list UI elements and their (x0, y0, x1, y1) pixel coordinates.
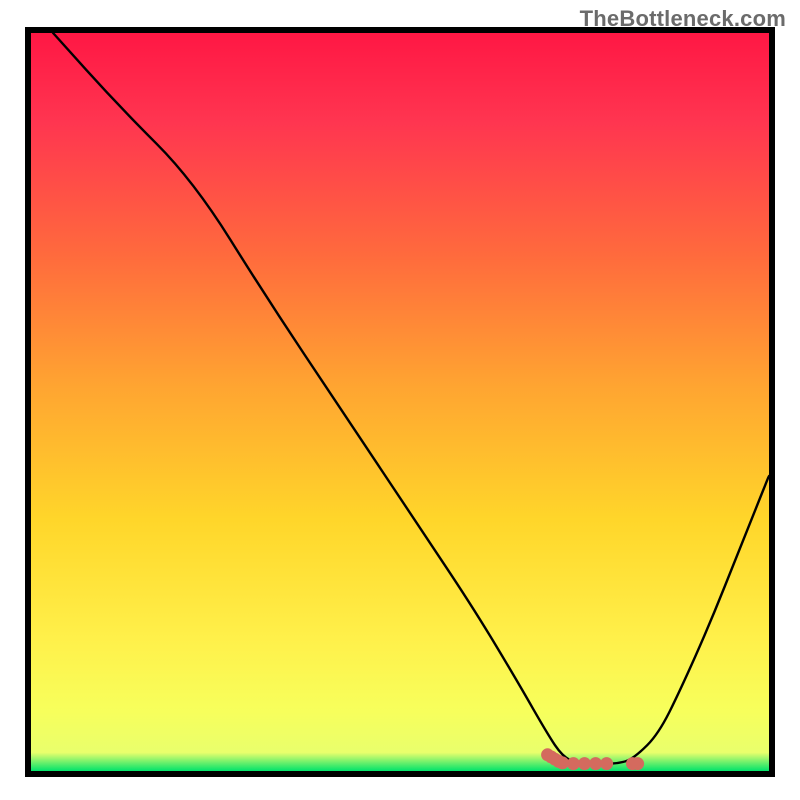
chart-svg (0, 0, 800, 800)
chart-container: TheBottleneck.com (0, 0, 800, 800)
marker-dot (578, 757, 591, 770)
marker-dot (567, 757, 580, 770)
plot-background (31, 33, 769, 771)
marker-dot (631, 757, 644, 770)
marker-dot (600, 757, 613, 770)
